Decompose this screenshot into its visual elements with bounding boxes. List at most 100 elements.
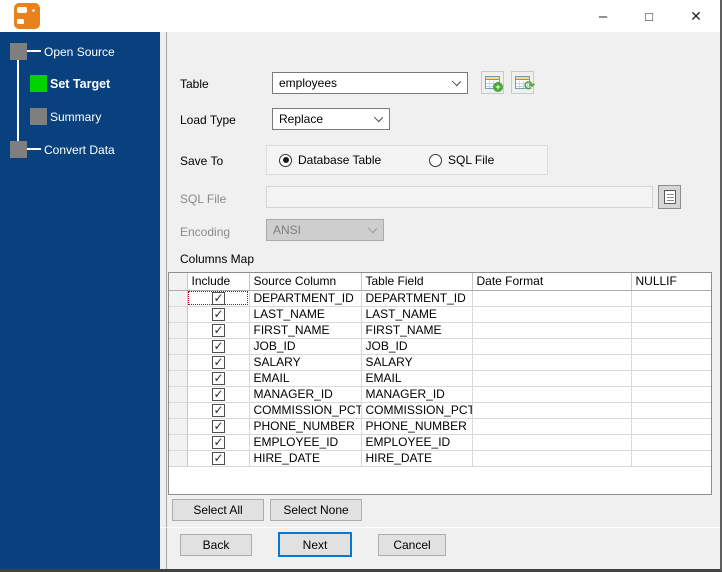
date-format-cell[interactable] xyxy=(472,370,632,387)
nullif-cell[interactable] xyxy=(631,354,711,371)
include-cell[interactable] xyxy=(187,402,250,419)
source-column-cell[interactable]: JOB_ID xyxy=(249,338,362,355)
row-header[interactable] xyxy=(169,338,188,355)
table-row: LAST_NAMELAST_NAME xyxy=(169,306,711,323)
nullif-cell[interactable] xyxy=(631,306,711,323)
columns-map-label: Columns Map xyxy=(180,252,255,266)
checkbox-checked-icon[interactable] xyxy=(211,419,225,433)
row-header[interactable] xyxy=(169,386,188,403)
row-header[interactable] xyxy=(169,402,188,419)
table-select[interactable]: employees xyxy=(272,72,468,94)
include-cell[interactable] xyxy=(187,306,250,323)
checkbox-checked-icon[interactable] xyxy=(211,291,225,305)
date-format-cell[interactable] xyxy=(472,306,632,323)
select-all-button[interactable]: Select All xyxy=(172,499,264,521)
next-button[interactable]: Next xyxy=(278,532,352,557)
source-column-cell[interactable]: LAST_NAME xyxy=(249,306,362,323)
date-format-cell[interactable] xyxy=(472,354,632,371)
table-field-cell[interactable]: LAST_NAME xyxy=(361,306,473,323)
checkbox-checked-icon[interactable] xyxy=(211,451,225,465)
nullif-cell[interactable] xyxy=(631,338,711,355)
table-field-cell[interactable]: MANAGER_ID xyxy=(361,386,473,403)
row-header[interactable] xyxy=(169,370,188,387)
nullif-cell[interactable] xyxy=(631,370,711,387)
nullif-cell[interactable] xyxy=(631,450,711,467)
row-header[interactable] xyxy=(169,354,188,371)
nullif-cell[interactable] xyxy=(631,386,711,403)
include-cell[interactable] xyxy=(187,386,250,403)
source-column-cell[interactable]: EMPLOYEE_ID xyxy=(249,434,362,451)
checkbox-checked-icon[interactable] xyxy=(211,403,225,417)
row-header[interactable] xyxy=(169,322,188,339)
include-cell[interactable] xyxy=(187,434,250,451)
back-button[interactable]: Back xyxy=(180,534,252,556)
source-column-cell[interactable]: PHONE_NUMBER xyxy=(249,418,362,435)
maximize-button[interactable]: □ xyxy=(626,0,672,32)
date-format-cell[interactable] xyxy=(472,418,632,435)
nullif-cell[interactable] xyxy=(631,418,711,435)
include-cell[interactable] xyxy=(187,322,250,339)
create-table-button[interactable]: + xyxy=(481,71,504,94)
select-none-button[interactable]: Select None xyxy=(270,499,362,521)
step-marker-summary xyxy=(30,108,47,125)
date-format-cell[interactable] xyxy=(472,386,632,403)
source-column-cell[interactable]: EMAIL xyxy=(249,370,362,387)
source-column-cell[interactable]: FIRST_NAME xyxy=(249,322,362,339)
checkbox-checked-icon[interactable] xyxy=(211,323,225,337)
row-header[interactable] xyxy=(169,450,188,467)
include-cell[interactable] xyxy=(187,370,250,387)
checkbox-checked-icon[interactable] xyxy=(211,371,225,385)
step-marker-set-target xyxy=(30,75,47,92)
browse-sql-file-button[interactable] xyxy=(658,185,681,209)
date-format-cell[interactable] xyxy=(472,338,632,355)
include-cell[interactable] xyxy=(187,450,250,467)
table-field-cell[interactable]: DEPARTMENT_ID xyxy=(361,290,473,307)
table-field-cell[interactable]: SALARY xyxy=(361,354,473,371)
include-cell[interactable] xyxy=(187,354,250,371)
row-header[interactable] xyxy=(169,434,188,451)
table-field-cell[interactable]: JOB_ID xyxy=(361,338,473,355)
cancel-button[interactable]: Cancel xyxy=(378,534,446,556)
date-format-cell[interactable] xyxy=(472,402,632,419)
minimize-button[interactable]: – xyxy=(580,0,626,32)
checkbox-checked-icon[interactable] xyxy=(211,355,225,369)
load-type-label: Load Type xyxy=(180,113,236,127)
source-column-cell[interactable]: SALARY xyxy=(249,354,362,371)
source-column-cell[interactable]: DEPARTMENT_ID xyxy=(249,290,362,307)
close-button[interactable]: ✕ xyxy=(672,0,720,32)
nullif-cell[interactable] xyxy=(631,290,711,307)
table-field-cell[interactable]: EMPLOYEE_ID xyxy=(361,434,473,451)
checkbox-checked-icon[interactable] xyxy=(211,339,225,353)
date-format-cell[interactable] xyxy=(472,434,632,451)
nullif-cell[interactable] xyxy=(631,434,711,451)
date-format-cell[interactable] xyxy=(472,450,632,467)
table-field-cell[interactable]: EMAIL xyxy=(361,370,473,387)
table-field-cell[interactable]: PHONE_NUMBER xyxy=(361,418,473,435)
radio-database-table[interactable]: Database Table xyxy=(279,153,381,167)
checkbox-checked-icon[interactable] xyxy=(211,307,225,321)
include-cell[interactable] xyxy=(187,290,250,307)
date-format-cell[interactable] xyxy=(472,290,632,307)
table-field-cell[interactable]: FIRST_NAME xyxy=(361,322,473,339)
checkbox-checked-icon[interactable] xyxy=(211,387,225,401)
load-type-select[interactable]: Replace xyxy=(272,108,390,130)
nullif-cell[interactable] xyxy=(631,402,711,419)
table-field-cell[interactable]: HIRE_DATE xyxy=(361,450,473,467)
source-column-cell[interactable]: HIRE_DATE xyxy=(249,450,362,467)
sql-file-input[interactable] xyxy=(266,186,653,208)
panel-divider xyxy=(166,32,167,569)
date-format-cell[interactable] xyxy=(472,322,632,339)
include-cell[interactable] xyxy=(187,418,250,435)
row-header[interactable] xyxy=(169,418,188,435)
table-label: Table xyxy=(180,77,209,91)
checkbox-checked-icon[interactable] xyxy=(211,435,225,449)
include-cell[interactable] xyxy=(187,338,250,355)
refresh-tables-button[interactable]: ⟳ xyxy=(511,71,535,94)
nullif-cell[interactable] xyxy=(631,322,711,339)
table-field-cell[interactable]: COMMISSION_PCT xyxy=(361,402,473,419)
source-column-cell[interactable]: MANAGER_ID xyxy=(249,386,362,403)
radio-sql-file[interactable]: SQL File xyxy=(429,153,494,167)
source-column-cell[interactable]: COMMISSION_PCT xyxy=(249,402,362,419)
row-header[interactable] xyxy=(169,290,188,307)
row-header[interactable] xyxy=(169,306,188,323)
